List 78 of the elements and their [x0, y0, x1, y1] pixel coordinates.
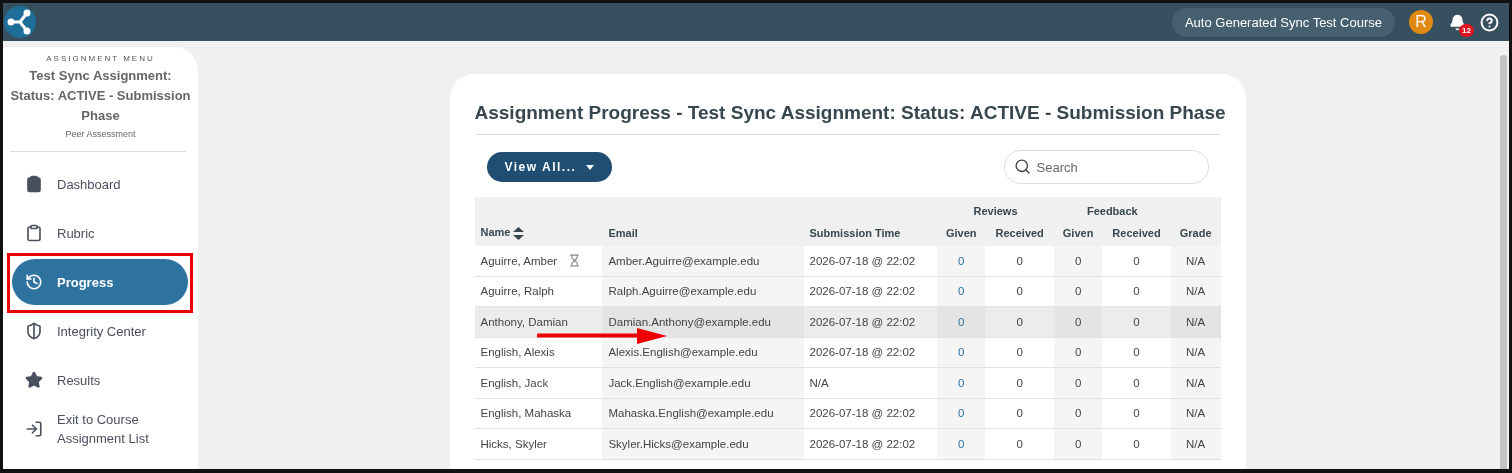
table-cell: 0: [1102, 306, 1171, 338]
column-header: Email: [602, 217, 804, 246]
table-cell: 0: [1102, 428, 1171, 460]
nav-item[interactable]: Dashboard: [12, 161, 188, 207]
table-cell: English, Jack: [474, 367, 603, 399]
notification-count: 12: [1459, 23, 1474, 37]
table-cell: 2026-07-18 @ 22:02: [803, 276, 938, 307]
column-header: Given: [937, 217, 986, 246]
table-cell: N/A: [1170, 337, 1221, 368]
table-cell[interactable]: 0: [937, 337, 986, 368]
table-cell: 0: [985, 398, 1054, 429]
table-cell: Hicks, Skyler: [474, 428, 603, 460]
table-cell: N/A: [1170, 398, 1221, 429]
nav-item[interactable]: Exit to Course Assignment List: [12, 406, 188, 452]
nav-item[interactable]: Rubric: [12, 210, 188, 256]
column-header: Submission Time: [803, 217, 938, 246]
assignment-title: Test Sync Assignment: Status: ACTIVE - Submission Phase: [9, 67, 192, 125]
column-group-header: Feedback: [1053, 197, 1171, 217]
logo-icon[interactable]: [3, 5, 37, 39]
table-cell[interactable]: 0: [937, 276, 986, 307]
scrollbar[interactable]: [1499, 55, 1507, 469]
table-cell: Alexis.English@example.edu: [602, 337, 804, 368]
nav-item[interactable]: Integrity Center: [12, 308, 188, 354]
table-cell: 2026-07-18 @ 22:02: [803, 337, 938, 368]
table-cell: N/A: [803, 367, 938, 399]
column-header: Grade: [1170, 217, 1221, 246]
table-cell: 0: [985, 367, 1054, 399]
table-cell: 0: [985, 428, 1054, 460]
course-selector[interactable]: Auto Generated Sync Test Course: [1171, 7, 1395, 37]
column-group-header: Reviews: [937, 197, 1054, 217]
table-cell: Jack.English@example.edu: [602, 367, 804, 399]
column-header: Received: [985, 217, 1054, 246]
nav-item[interactable]: Results: [12, 357, 188, 403]
table-cell: English, Mahaska: [474, 398, 603, 429]
table-cell: Skyler.Hicks@example.edu: [602, 428, 804, 460]
table-cell: English, Alexis: [474, 337, 603, 368]
table-cell: Aguirre, Ralph: [474, 276, 603, 307]
table-cell: 2026-07-18 @ 22:02: [803, 428, 938, 460]
table-cell[interactable]: 0: [937, 428, 986, 460]
table-cell: 0: [1102, 367, 1171, 399]
table-cell: Mahaska.English@example.edu: [602, 398, 804, 429]
table-cell[interactable]: 0: [937, 367, 986, 399]
column-header: Given: [1053, 217, 1103, 246]
table-cell: Ralph.Aguirre@example.edu: [602, 276, 804, 307]
clipboard-icon: [25, 224, 43, 242]
star-icon: [25, 371, 43, 389]
table-cell[interactable]: 0: [937, 306, 986, 338]
table-cell: 0: [985, 337, 1054, 368]
help-icon[interactable]: [1480, 12, 1499, 32]
assignment-type: Peer Assessment: [64, 129, 137, 139]
table-cell: N/A: [1170, 276, 1221, 307]
table-cell: 2026-07-18 @ 22:02: [803, 398, 938, 429]
enter-icon: [25, 420, 43, 438]
table-cell: 0: [1102, 276, 1171, 307]
table-cell[interactable]: 0: [937, 245, 986, 277]
student-name: Aguirre, Amber: [480, 254, 558, 267]
nav-item[interactable]: Progress: [12, 259, 188, 305]
table-cell: 0: [1102, 337, 1171, 368]
caret-icon: [586, 164, 595, 170]
table-cell: 0: [1102, 245, 1171, 277]
search-field[interactable]: Search: [1003, 150, 1209, 184]
column-header[interactable]: Name: [474, 217, 603, 246]
table-cell: 0: [1102, 398, 1171, 429]
history-icon: [25, 273, 43, 291]
sort-icon[interactable]: [513, 226, 525, 240]
table-cell: 0: [985, 245, 1054, 277]
view-all-dropdown[interactable]: View All...: [486, 152, 613, 182]
search-icon: [1013, 158, 1031, 175]
table-cell: 2026-07-18 @ 22:02: [803, 245, 938, 277]
table-cell[interactable]: 0: [937, 398, 986, 429]
user-avatar[interactable]: R: [1409, 10, 1433, 34]
table-cell: 0: [985, 276, 1054, 307]
column-header: Received: [1102, 217, 1171, 246]
shield-icon: [25, 322, 43, 340]
table-cell: Amber.Aguirre@example.edu: [602, 245, 804, 277]
table-cell: 0: [985, 306, 1054, 338]
table-cell: 2026-07-18 @ 22:02: [803, 306, 938, 338]
menu-caption: ASSIGNMENT MENU: [45, 54, 156, 63]
